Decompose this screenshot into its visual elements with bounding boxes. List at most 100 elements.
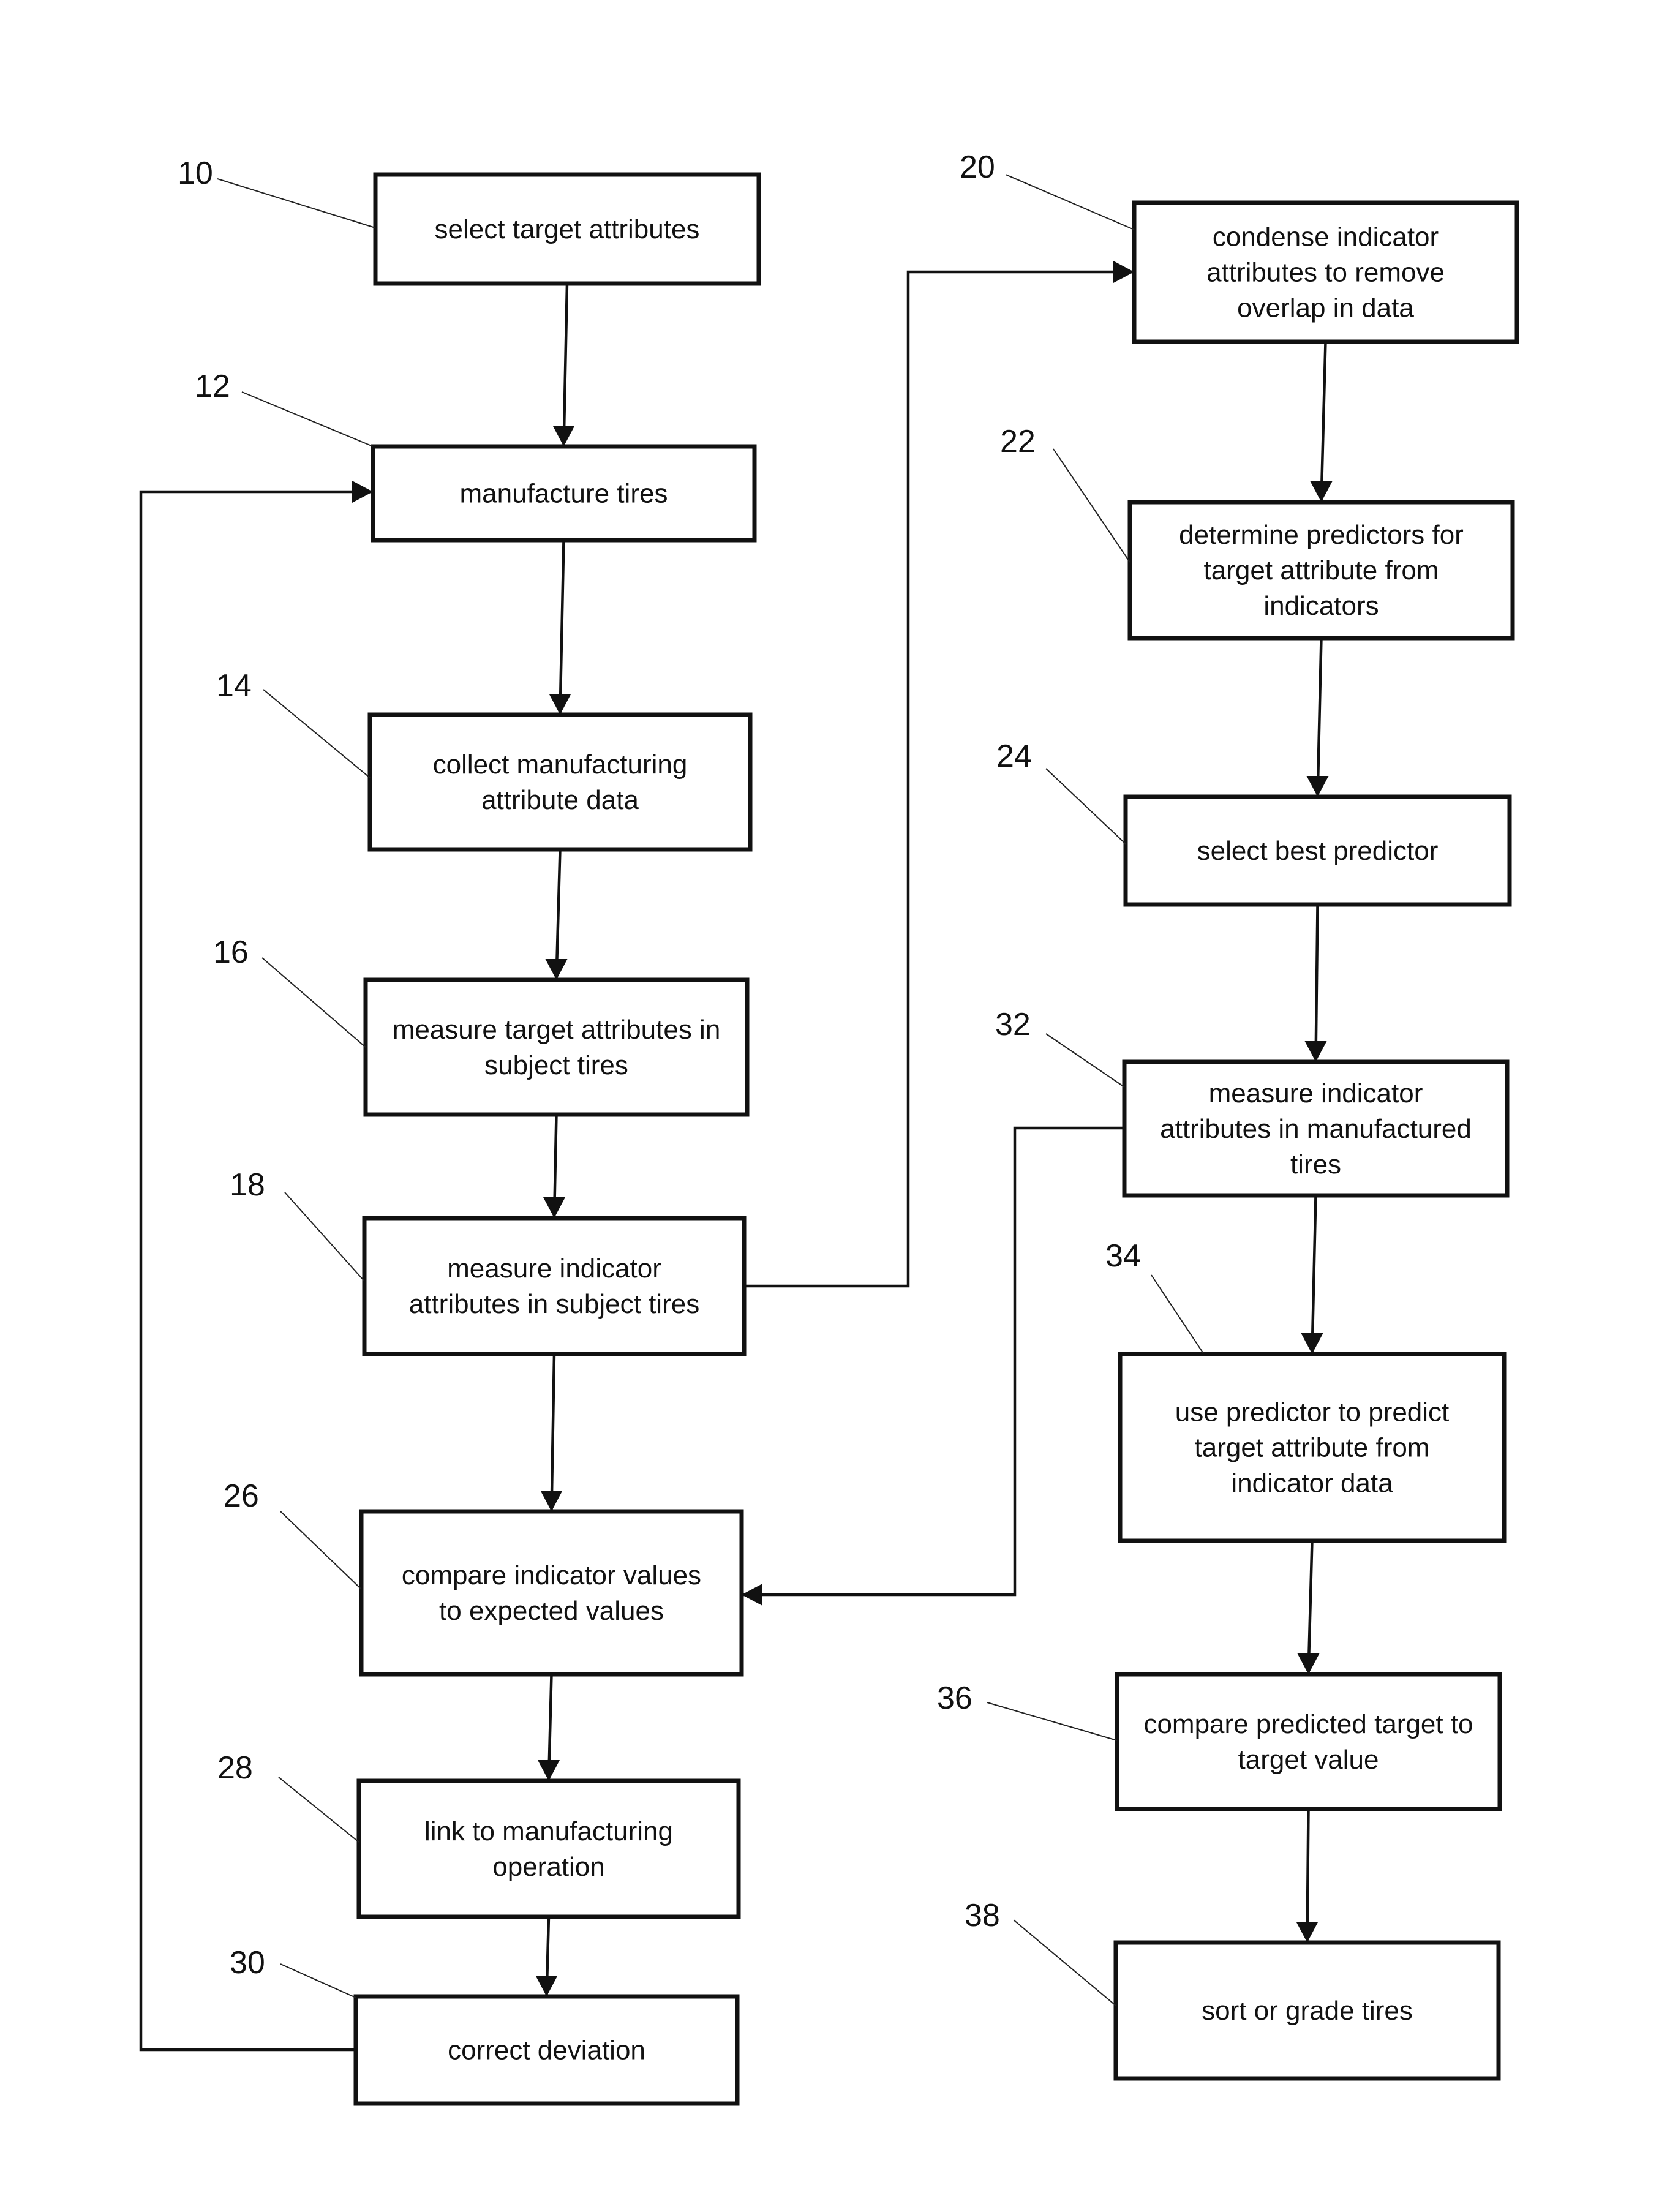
- step-label-line: correct deviation: [448, 2036, 645, 2066]
- arrowhead-icon: [1113, 261, 1134, 283]
- leader-line: [1005, 174, 1135, 230]
- step-box: [359, 1509, 744, 1677]
- process-steps: select target attributes 10 manufacture ti…: [178, 149, 1519, 2106]
- process-step-32: measure indicator attributes in manufactu…: [995, 1007, 1510, 1198]
- leader-line: [1045, 1033, 1125, 1088]
- step-label-line: use predictor to predict: [1175, 1398, 1450, 1428]
- leader-line: [261, 957, 366, 1048]
- leader-line: [1151, 1274, 1204, 1354]
- step-label-line: link to manufacturing: [424, 1816, 673, 1846]
- reference-numeral: 26: [224, 1478, 259, 1514]
- leader-line: [987, 1702, 1118, 1741]
- process-step-18: measure indicator attributes in subject t…: [230, 1167, 747, 1356]
- step-label-line: attributes in subject tires: [409, 1289, 699, 1319]
- step-label-line: indicator data: [1231, 1469, 1393, 1499]
- arrow-22-to-24: [1316, 638, 1323, 797]
- leader-line: [280, 1963, 356, 1998]
- arrowhead-icon: [1297, 1653, 1320, 1674]
- step-label-line: attributes in manufactured: [1160, 1114, 1472, 1144]
- step-label-line: tires: [1290, 1149, 1341, 1179]
- step-label-line: determine predictors for: [1179, 520, 1464, 550]
- step-box: [362, 1216, 747, 1356]
- arrow-12-to-14: [559, 540, 565, 715]
- step-label-line: measure indicator: [447, 1254, 661, 1284]
- step-label-line: measure indicator: [1209, 1078, 1423, 1108]
- arrowhead-icon: [545, 959, 568, 980]
- reference-numeral: 22: [1000, 424, 1036, 459]
- step-label-line: overlap in data: [1237, 293, 1414, 323]
- step-label-line: attributes to remove: [1206, 258, 1445, 288]
- step-box: [1115, 1672, 1502, 1811]
- process-step-24: select best predictor 24: [996, 739, 1512, 907]
- reference-numeral: 24: [996, 739, 1032, 774]
- step-label-line: measure target attributes in: [393, 1015, 721, 1045]
- reference-numeral: 36: [937, 1680, 972, 1716]
- step-box: [367, 712, 753, 852]
- reference-numeral: 12: [195, 369, 230, 404]
- step-label-line: manufacture tires: [460, 479, 668, 509]
- reference-numeral: 16: [213, 935, 249, 970]
- step-label-line: compare predicted target to: [1143, 1709, 1473, 1739]
- arrowhead-icon: [1301, 1333, 1323, 1354]
- process-step-38: sort or grade tires 38: [965, 1898, 1501, 2081]
- step-label-line: select target attributes: [435, 214, 700, 244]
- arrow-30-to-12-feedback: [139, 490, 373, 2052]
- process-step-20: condense indicator attributes to remove ov…: [960, 149, 1519, 344]
- process-step-16: measure target attributes in subject tire…: [213, 935, 750, 1117]
- process-step-26: compare indicator values to expected valu…: [224, 1478, 744, 1677]
- arrowhead-icon: [549, 694, 571, 715]
- step-label-line: indicators: [1263, 591, 1379, 621]
- reference-numeral: 28: [217, 1750, 253, 1786]
- step-label-line: condense indicator: [1213, 222, 1439, 252]
- leader-line: [284, 1192, 365, 1282]
- process-step-12: manufacture tires 12: [195, 369, 757, 543]
- arrowhead-icon: [1304, 1041, 1327, 1062]
- process-step-36: compare predicted target to target value 3…: [937, 1672, 1502, 1811]
- arrow-18-to-20: [744, 270, 1134, 1288]
- arrow-32-to-34: [1311, 1195, 1317, 1355]
- arrowhead-icon: [352, 481, 373, 503]
- leader-line: [280, 1511, 362, 1590]
- step-label-line: target attribute from: [1195, 1433, 1430, 1463]
- arrow-24-to-32: [1314, 904, 1319, 1063]
- step-label-line: compare indicator values: [402, 1560, 701, 1590]
- reference-numeral: 18: [230, 1167, 265, 1203]
- step-label-line: to expected values: [439, 1596, 664, 1626]
- process-step-14: collect manufacturing attribute data 14: [216, 668, 753, 852]
- process-step-22: determine predictors for target attribute…: [1000, 424, 1515, 641]
- reference-numeral: 10: [178, 156, 213, 191]
- step-box: [356, 1778, 741, 1919]
- step-label-line: target value: [1238, 1745, 1379, 1775]
- leader-line: [1013, 1919, 1116, 2006]
- step-box: [363, 977, 750, 1117]
- arrowhead-icon: [540, 1491, 563, 1511]
- leader-line: [241, 391, 374, 447]
- reference-numeral: 32: [995, 1007, 1031, 1042]
- leader-line: [217, 178, 376, 228]
- process-step-28: link to manufacturing operation 28: [217, 1750, 741, 1919]
- reference-numeral: 34: [1105, 1238, 1141, 1274]
- step-label-line: collect manufacturing: [433, 750, 688, 780]
- process-step-34: use predictor to predict target attribute…: [1105, 1238, 1507, 1543]
- step-label-line: subject tires: [484, 1050, 628, 1080]
- step-label-line: target attribute from: [1204, 555, 1439, 585]
- reference-numeral: 38: [965, 1898, 1000, 1933]
- arrowhead-icon: [742, 1584, 762, 1606]
- leader-line: [1045, 768, 1126, 845]
- step-label-line: sort or grade tires: [1202, 1996, 1413, 2026]
- arrowhead-icon: [538, 1760, 560, 1781]
- reference-numeral: 30: [230, 1945, 265, 1981]
- leader-line: [263, 689, 371, 778]
- reference-numeral: 20: [960, 149, 995, 185]
- step-label-line: select best predictor: [1197, 836, 1439, 866]
- arrow-20-to-22: [1320, 341, 1327, 503]
- arrowhead-icon: [1310, 481, 1333, 502]
- arrowhead-icon: [552, 426, 575, 446]
- leader-line: [278, 1777, 359, 1843]
- arrow-18-to-26: [550, 1353, 556, 1512]
- reference-numeral: 14: [216, 668, 252, 704]
- process-step-10: select target attributes 10: [178, 156, 761, 286]
- leader-line: [1053, 448, 1130, 563]
- arrow-10-to-12: [562, 283, 569, 447]
- arrowhead-icon: [535, 1976, 558, 1996]
